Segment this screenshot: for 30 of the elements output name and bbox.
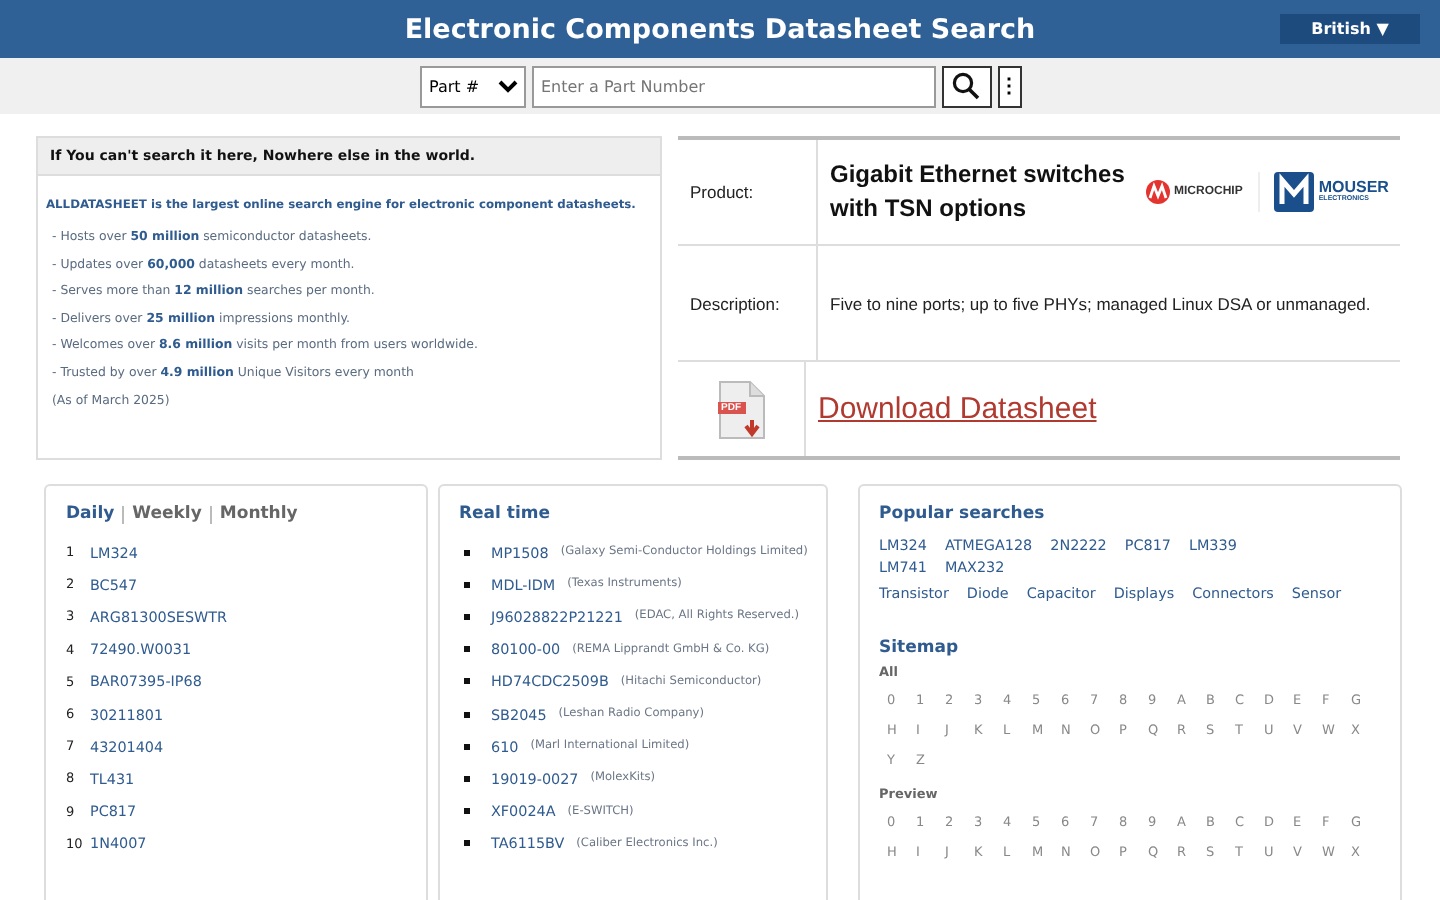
chip-logo-icon [1146, 180, 1170, 204]
card-title: Real time [459, 504, 553, 524]
bullet-icon [463, 646, 469, 653]
language-button[interactable]: British ▼ [1280, 14, 1420, 44]
bullet-icon [463, 743, 469, 750]
bullet-icon [463, 678, 469, 685]
description-label: Description: [690, 293, 780, 313]
mouser-m-icon [1274, 172, 1315, 212]
ranking-tab[interactable]: Daily [66, 504, 115, 524]
search-field[interactable]: Enter a Part Number [531, 65, 935, 107]
ranking-tab[interactable]: Monthly [219, 504, 298, 524]
bullet-icon [463, 808, 469, 815]
card-title: Popular searches [879, 504, 1047, 524]
download-datasheet-link[interactable]: Download Datasheet [818, 392, 1097, 426]
product-description: Five to nine ports; up to five PHYs; managed Linux DSA or unmanaged. [830, 293, 1371, 313]
search-button[interactable] [941, 65, 991, 107]
product-label: Product: [690, 182, 754, 202]
card-title: Sitemap [879, 638, 961, 658]
bullet-icon [463, 581, 469, 588]
bullet-icon [463, 775, 469, 782]
ranking-tab[interactable]: Weekly [132, 504, 202, 524]
product-name: Gigabit Ethernet switches with TSN options [830, 158, 1127, 226]
bullet-icon [463, 840, 469, 847]
bullet-icon [463, 613, 469, 620]
bullet-icon [463, 549, 469, 556]
search-type-select[interactable]: Part # [419, 65, 525, 107]
more-button[interactable]: ⋮ [997, 65, 1021, 107]
search-icon [952, 72, 980, 100]
site-title: Electronic Components Datasheet Search [404, 13, 1036, 45]
bullet-icon [463, 711, 469, 718]
